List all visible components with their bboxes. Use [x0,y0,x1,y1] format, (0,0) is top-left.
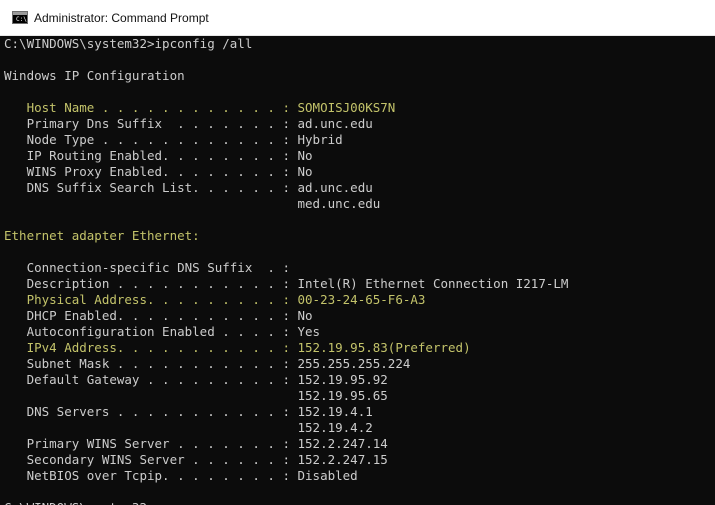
console-line-label: Default Gateway . . . . . . . . . : [4,372,298,387]
console-line-value: 00-23-24-65-F6-A3 [297,292,426,307]
console-line-value: 152.2.247.14 [297,436,388,451]
console-line: Primary WINS Server . . . . . . . : 152.… [4,436,715,452]
console-line-value: 152.19.95.92 [297,372,388,387]
console-line: Default Gateway . . . . . . . . . : 152.… [4,372,715,388]
console-line: Subnet Mask . . . . . . . . . . . : 255.… [4,356,715,372]
console-line-value: Disabled [297,468,358,483]
console-line-label: Primary WINS Server . . . . . . . : [4,436,298,451]
console-line-label: DHCP Enabled. . . . . . . . . . . : [4,308,298,323]
console-line-label: Description . . . . . . . . . . . : [4,276,298,291]
console-line-label: DNS Servers . . . . . . . . . . . : [4,404,298,419]
console-line-label: WINS Proxy Enabled. . . . . . . . : [4,164,298,179]
console-line-text: C:\WINDOWS\system32> [4,500,155,505]
window-title: Administrator: Command Prompt [34,11,209,25]
console-line-label: Primary Dns Suffix . . . . . . . : [4,116,298,131]
console-line: Description . . . . . . . . . . . : Inte… [4,276,715,292]
console-line: Primary Dns Suffix . . . . . . . : ad.un… [4,116,715,132]
console-line-value: 152.19.4.1 [297,404,373,419]
console-line: Ethernet adapter Ethernet: [4,228,715,244]
console-line: DNS Suffix Search List. . . . . . : ad.u… [4,180,715,196]
console-line-value: 255.255.255.224 [297,356,411,371]
console-line-value: ad.unc.edu [297,116,373,131]
console-line: Windows IP Configuration [4,68,715,84]
cmd-icon-glyph: C:\ [16,16,27,23]
console-line-label: Autoconfiguration Enabled . . . . : [4,324,298,339]
console-line-value: No [297,308,313,323]
console-line-value: ad.unc.edu [297,180,373,195]
console-line: C:\WINDOWS\system32>ipconfig /all [4,36,715,52]
console-line-label: IP Routing Enabled. . . . . . . . : [4,148,298,163]
console-line: IPv4 Address. . . . . . . . . . . : 152.… [4,340,715,356]
console-line: WINS Proxy Enabled. . . . . . . . : No [4,164,715,180]
console-line-value: Yes [297,324,321,339]
console-line: 152.19.95.65 [4,388,715,404]
console-line: NetBIOS over Tcpip. . . . . . . . : Disa… [4,468,715,484]
console-line: Node Type . . . . . . . . . . . . : Hybr… [4,132,715,148]
cmd-icon: C:\ [12,11,28,24]
console-line-label: Node Type . . . . . . . . . . . . : [4,132,298,147]
console-line: Secondary WINS Server . . . . . . : 152.… [4,452,715,468]
console-line-value: 152.19.95.83(Preferred) [297,340,471,355]
console-line-value: Hybrid [297,132,343,147]
console-line-text: med.unc.edu [4,196,381,211]
console-line-text: C:\WINDOWS\system32>ipconfig /all [4,36,253,51]
console-line: C:\WINDOWS\system32> [4,500,715,505]
console-line: med.unc.edu [4,196,715,212]
console-line: DHCP Enabled. . . . . . . . . . . : No [4,308,715,324]
console-output[interactable]: C:\WINDOWS\system32>ipconfig /all Windows… [0,36,715,505]
console-line-text: Ethernet adapter Ethernet: [4,228,200,243]
console-line-label: IPv4 Address. . . . . . . . . . . : [4,340,298,355]
console-lines: C:\WINDOWS\system32>ipconfig /all Windows… [0,36,715,505]
console-line-label: Subnet Mask . . . . . . . . . . . : [4,356,298,371]
console-line: Host Name . . . . . . . . . . . . : SOMO… [4,100,715,116]
command-prompt-window: C:\ Administrator: Command Prompt C:\WIN… [0,0,715,505]
console-line-text: Windows IP Configuration [4,68,185,83]
console-line-label: NetBIOS over Tcpip. . . . . . . . : [4,468,298,483]
console-line: DNS Servers . . . . . . . . . . . : 152.… [4,404,715,420]
console-line-text: 152.19.4.2 [4,420,373,435]
console-line: Connection-specific DNS Suffix . : [4,260,715,276]
console-line-value: 152.2.247.15 [297,452,388,467]
console-line-label: Host Name . . . . . . . . . . . . : [4,100,298,115]
title-bar[interactable]: C:\ Administrator: Command Prompt [0,0,715,36]
console-line-value: No [297,148,313,163]
console-line-value: No [297,164,313,179]
console-line: Physical Address. . . . . . . . . : 00-2… [4,292,715,308]
console-line-label: DNS Suffix Search List. . . . . . : [4,180,298,195]
console-line: 152.19.4.2 [4,420,715,436]
console-line-label: Physical Address. . . . . . . . . : [4,292,298,307]
console-line-label: Secondary WINS Server . . . . . . : [4,452,298,467]
console-line: Autoconfiguration Enabled . . . . : Yes [4,324,715,340]
console-line-value: Intel(R) Ethernet Connection I217-LM [297,276,569,291]
console-line-value: SOMOISJ00KS7N [297,100,396,115]
console-line-text: 152.19.95.65 [4,388,388,403]
console-line-label: Connection-specific DNS Suffix . : [4,260,298,275]
console-line: IP Routing Enabled. . . . . . . . : No [4,148,715,164]
